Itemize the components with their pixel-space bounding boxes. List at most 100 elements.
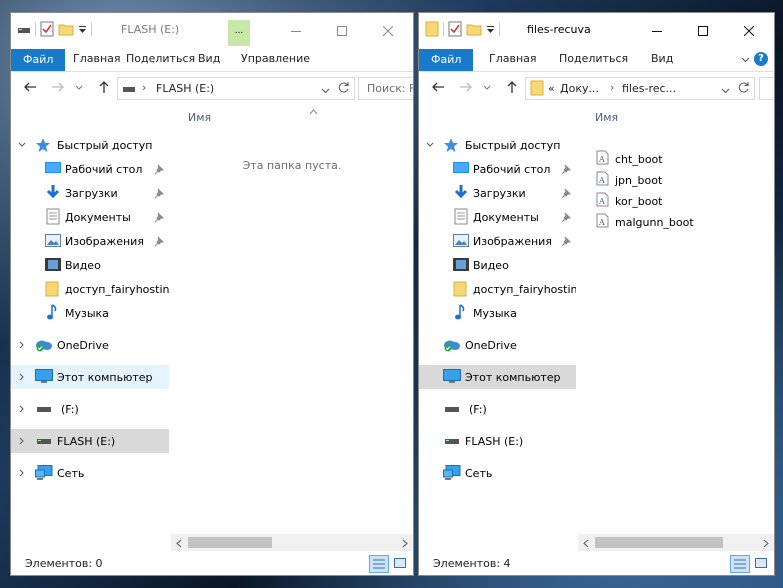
nav-network[interactable]: Сеть <box>419 461 576 485</box>
pin-icon[interactable] <box>154 236 165 249</box>
column-header-name[interactable]: Имя <box>595 111 618 124</box>
refresh-icon[interactable] <box>737 81 750 97</box>
nav-pictures[interactable]: Изображения <box>11 229 169 253</box>
nav-onedrive[interactable]: OneDrive <box>11 333 169 357</box>
file-item[interactable]: A jpn_boot <box>596 170 662 190</box>
title-bar[interactable]: files-recuva <box>419 13 774 49</box>
breadcrumb-documents[interactable]: Доку... <box>560 82 599 95</box>
nav-quick-access[interactable]: Быстрый доступ <box>419 133 576 157</box>
properties-icon[interactable] <box>40 21 54 37</box>
pin-icon[interactable] <box>154 164 165 177</box>
chevron-down-icon[interactable] <box>721 84 730 97</box>
pin-icon[interactable] <box>561 236 572 249</box>
search-input[interactable]: Поиск: FLASH (E:) <box>358 77 413 100</box>
file-item[interactable]: A malgunn_boot <box>596 212 694 232</box>
nav-desktop[interactable]: Рабочий стол <box>419 157 576 181</box>
up-arrow-icon[interactable] <box>97 80 111 97</box>
maximize-button[interactable] <box>680 19 726 43</box>
breadcrumb-current[interactable]: FLASH (E:) <box>156 82 214 95</box>
scroll-right-icon[interactable] <box>763 538 769 551</box>
tab-home[interactable]: Главная <box>489 52 537 65</box>
maximize-button[interactable] <box>319 19 365 43</box>
pin-icon[interactable] <box>154 212 165 225</box>
horizontal-scrollbar[interactable] <box>578 534 774 551</box>
tab-file[interactable]: Файл <box>419 49 474 71</box>
nav-onedrive[interactable]: OneDrive <box>419 333 576 357</box>
tab-home[interactable]: Главная <box>73 52 121 65</box>
back-arrow-icon[interactable] <box>431 80 445 97</box>
nav-music[interactable]: Музыка <box>11 301 169 325</box>
pin-icon[interactable] <box>561 212 572 225</box>
nav-drive-f[interactable]: (F:) <box>11 397 169 421</box>
address-bar[interactable]: « Доку... › files-rec... <box>525 77 755 100</box>
nav-folder-fairyhosting[interactable]: доступ_fairyhosting <box>11 277 169 301</box>
new-folder-icon[interactable] <box>58 22 74 36</box>
scroll-left-icon[interactable] <box>176 538 182 551</box>
forward-arrow-icon[interactable] <box>459 80 473 97</box>
chevron-down-icon[interactable] <box>486 22 495 36</box>
tab-manage[interactable]: Управление <box>241 52 310 65</box>
tab-share[interactable]: Поделиться <box>559 52 628 65</box>
chevron-right-icon[interactable] <box>18 339 26 352</box>
breadcrumb-current[interactable]: files-rec... <box>622 82 676 95</box>
nav-documents[interactable]: Документы <box>11 205 169 229</box>
new-folder-icon[interactable] <box>466 22 482 36</box>
chevron-down-icon[interactable] <box>321 84 330 97</box>
nav-downloads[interactable]: Загрузки <box>419 181 576 205</box>
nav-videos[interactable]: Видео <box>11 253 169 277</box>
recent-chevron-icon[interactable] <box>483 82 491 95</box>
nav-music[interactable]: Музыка <box>419 301 576 325</box>
breadcrumb-overflow[interactable]: « <box>548 82 555 95</box>
tab-view[interactable]: Вид <box>198 52 220 65</box>
minimize-button[interactable] <box>634 19 680 43</box>
sort-up-icon[interactable] <box>309 105 318 118</box>
nav-this-pc[interactable]: Этот компьютер <box>11 365 169 389</box>
nav-network[interactable]: Сеть <box>11 461 169 485</box>
nav-folder-fairyhosting[interactable]: доступ_fairyhosting <box>419 277 576 301</box>
pin-icon[interactable] <box>154 188 165 201</box>
pin-icon[interactable] <box>561 188 572 201</box>
refresh-icon[interactable] <box>337 81 350 97</box>
tab-share[interactable]: Поделиться <box>126 52 195 65</box>
file-list[interactable]: Имя A cht_boot A jpn_boot A kor_boot A m… <box>578 105 774 551</box>
file-item[interactable]: A kor_boot <box>596 191 663 211</box>
details-view-button[interactable] <box>730 555 750 573</box>
close-button[interactable] <box>726 19 772 43</box>
nav-videos[interactable]: Видео <box>419 253 576 277</box>
chevron-down-icon[interactable] <box>426 139 434 152</box>
large-icons-view-button[interactable] <box>391 555 409 571</box>
nav-pictures[interactable]: Изображения <box>419 229 576 253</box>
help-icon[interactable]: ? <box>754 52 768 66</box>
nav-drive-e[interactable]: FLASH (E:) <box>419 429 576 453</box>
pin-icon[interactable] <box>561 164 572 177</box>
scroll-right-icon[interactable] <box>402 538 408 551</box>
column-header-name[interactable]: Имя <box>188 111 211 124</box>
nav-drive-f[interactable]: (F:) <box>419 397 576 421</box>
chevron-down-icon[interactable] <box>18 139 26 152</box>
details-view-button[interactable] <box>369 555 389 573</box>
address-bar[interactable]: › FLASH (E:) <box>117 77 355 100</box>
scrollbar-thumb[interactable] <box>595 537 723 548</box>
search-input[interactable] <box>759 77 774 100</box>
nav-downloads[interactable]: Загрузки <box>11 181 169 205</box>
chevron-right-icon[interactable] <box>18 371 26 384</box>
chevron-down-icon[interactable] <box>78 22 87 36</box>
title-bar[interactable]: FLASH (E:) ... <box>11 13 413 49</box>
horizontal-scrollbar[interactable] <box>171 534 413 551</box>
nav-desktop[interactable]: Рабочий стол <box>11 157 169 181</box>
nav-this-pc[interactable]: Этот компьютер <box>419 365 576 389</box>
recent-chevron-icon[interactable] <box>75 82 83 95</box>
file-item[interactable]: A cht_boot <box>596 149 663 169</box>
nav-documents[interactable]: Документы <box>419 205 576 229</box>
tab-view[interactable]: Вид <box>651 52 673 65</box>
back-arrow-icon[interactable] <box>23 80 37 97</box>
nav-drive-e[interactable]: FLASH (E:) <box>11 429 169 453</box>
close-button[interactable] <box>365 19 411 43</box>
scrollbar-thumb[interactable] <box>188 537 272 548</box>
forward-arrow-icon[interactable] <box>51 80 65 97</box>
expand-ribbon-icon[interactable] <box>741 53 750 66</box>
tab-file[interactable]: Файл <box>11 49 66 71</box>
large-icons-view-button[interactable] <box>752 555 770 571</box>
chevron-right-icon[interactable] <box>18 467 26 480</box>
nav-quick-access[interactable]: Быстрый доступ <box>11 133 169 157</box>
